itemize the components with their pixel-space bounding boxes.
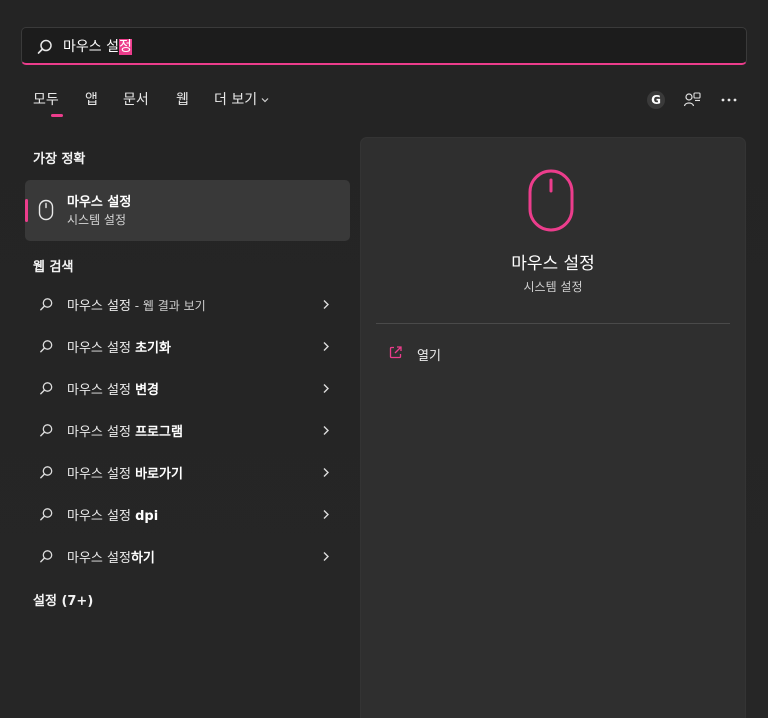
account-button[interactable]: G [645,89,667,111]
web-result-query: 마우스 설정 [67,383,136,398]
account-icon: G [647,91,665,109]
web-result-completion: 하기 [130,551,155,566]
search-window: 마우스 설정 모두 앱 문서 웹 더 보기 G 가장 정확 마우스 설정 시스템 [0,0,768,718]
web-result-item[interactable]: 마우스 설정 바로가기 [25,452,350,492]
search-icon [40,508,53,521]
web-result-item[interactable]: 마우스 설정 dpi [25,494,350,534]
selection-indicator [25,199,28,222]
preview-panel: 마우스 설정 시스템 설정 열기 [360,137,746,718]
web-result-item[interactable]: 마우스 설정 변경 [25,368,350,408]
chevron-right-icon [323,510,329,519]
chevron-right-icon [323,426,329,435]
web-result-item[interactable]: 마우스 설정 프로그램 [25,410,350,450]
search-icon [40,466,53,479]
query-composing-char: 정 [118,39,132,55]
more-options-button[interactable] [718,89,740,111]
web-result-text: 마우스 설정 - 웹 결과 보기 [67,295,206,314]
tab-web-label: 웹 [176,92,189,108]
web-result-query: 마우스 설정 [67,509,136,524]
web-result-text: 마우스 설정하기 [67,547,155,566]
web-result-query: 마우스 설정 [67,467,136,482]
web-result-query: 마우스 설정 [67,299,131,314]
tab-more[interactable]: 더 보기 [214,89,270,115]
preview-subtitle: 시스템 설정 [523,280,583,294]
web-result-completion: 초기화 [135,341,171,356]
search-box[interactable]: 마우스 설정 [21,27,747,65]
web-result-text: 마우스 설정 변경 [67,379,159,398]
search-icon [40,424,53,437]
search-input[interactable]: 마우스 설정 [63,37,132,57]
web-result-completion: dpi [135,509,159,524]
chevron-right-icon [323,552,329,561]
web-result-query: 마우스 설정 [67,551,131,566]
open-external-icon [389,346,402,359]
mouse-icon [528,169,574,232]
divider [376,323,730,324]
search-icon [37,39,52,54]
preview-title: 마우스 설정 [511,254,595,274]
tab-web[interactable]: 웹 [176,89,189,115]
settings-section-heading[interactable]: 설정 (7+) [33,590,93,609]
web-result-completion: 변경 [135,383,159,398]
mouse-icon [38,199,54,221]
tab-apps-label: 앱 [85,92,98,108]
web-result-text: 마우스 설정 프로그램 [67,421,183,440]
chevron-down-icon [261,98,269,103]
search-icon [40,550,53,563]
search-icon [40,298,53,311]
chevron-right-icon [323,300,329,309]
web-result-item[interactable]: 마우스 설정 초기화 [25,326,350,366]
tab-documents-label: 문서 [123,92,149,108]
tab-more-label: 더 보기 [214,92,258,108]
web-result-item[interactable]: 마우스 설정 - 웹 결과 보기 [25,284,350,324]
best-match-subtitle: 시스템 설정 [67,213,127,227]
more-icon [721,98,737,102]
search-icon [40,340,53,353]
best-match-name: 마우스 설정 [67,195,132,210]
web-result-completion: 바로가기 [135,467,183,482]
web-result-completion: 프로그램 [135,425,183,440]
search-icon [40,382,53,395]
web-result-text: 마우스 설정 초기화 [67,337,171,356]
tab-all[interactable]: 모두 [33,89,63,117]
switch-account-button[interactable] [681,89,703,111]
tab-documents[interactable]: 문서 [123,89,149,115]
web-result-query: 마우스 설정 [67,425,136,440]
web-result-query: 마우스 설정 [67,341,136,356]
open-action-label: 열기 [417,349,441,364]
web-result-item[interactable]: 마우스 설정하기 [25,536,350,576]
best-match-heading: 가장 정확 [33,152,86,167]
best-match-item[interactable]: 마우스 설정 시스템 설정 [25,180,350,241]
web-result-text: 마우스 설정 바로가기 [67,463,183,482]
chevron-right-icon [323,342,329,351]
query-text: 마우스 설 [63,39,119,55]
web-search-heading: 웹 검색 [33,260,74,275]
tab-apps[interactable]: 앱 [85,89,98,115]
web-result-text: 마우스 설정 dpi [67,505,158,524]
chevron-right-icon [323,384,329,393]
web-result-hint: - 웹 결과 보기 [130,299,206,313]
tab-all-label: 모두 [33,92,59,108]
chevron-right-icon [323,468,329,477]
open-action[interactable]: 열기 [385,342,585,364]
switch-account-icon [683,92,701,107]
